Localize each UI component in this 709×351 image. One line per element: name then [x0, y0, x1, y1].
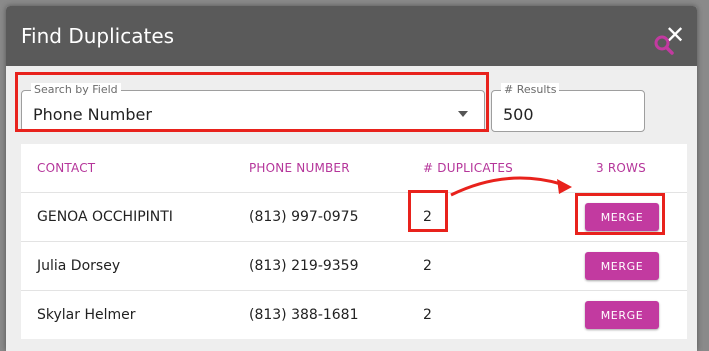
- search-icon[interactable]: [652, 33, 676, 57]
- merge-button[interactable]: MERGE: [585, 301, 659, 329]
- contact-name: Skylar Helmer: [37, 307, 136, 323]
- results-count-value: 500: [503, 105, 534, 124]
- results-count-label: # Results: [501, 83, 560, 97]
- table-row: Julia Dorsey (813) 219-9359 2 MERGE: [21, 242, 687, 291]
- dialog-header: Find Duplicates ✕: [6, 6, 697, 66]
- table-row: Skylar Helmer (813) 388-1681 2 MERGE: [21, 291, 687, 339]
- duplicates-count: 2: [423, 258, 432, 274]
- duplicates-table: CONTACT PHONE NUMBER # DUPLICATES 3 ROWS…: [21, 144, 687, 339]
- column-header-contact: CONTACT: [37, 161, 96, 175]
- dialog-title: Find Duplicates: [21, 24, 175, 48]
- phone-number: (813) 997-0975: [249, 209, 359, 225]
- column-header-rows: 3 ROWS: [596, 161, 646, 175]
- column-header-phone-number: PHONE NUMBER: [249, 161, 350, 175]
- highlight-merge-button: [575, 193, 665, 235]
- results-count-field[interactable]: # Results 500: [491, 83, 645, 132]
- find-duplicates-dialog: Find Duplicates ✕ Search by Field Phone …: [6, 6, 697, 351]
- highlight-duplicates-count: [408, 190, 448, 232]
- merge-button[interactable]: MERGE: [585, 252, 659, 280]
- duplicates-count: 2: [423, 307, 432, 323]
- column-header-duplicates: # DUPLICATES: [423, 161, 513, 175]
- table-header-row: CONTACT PHONE NUMBER # DUPLICATES 3 ROWS: [21, 144, 687, 193]
- highlight-search-field: [15, 72, 489, 132]
- phone-number: (813) 219-9359: [249, 258, 359, 274]
- phone-number: (813) 388-1681: [249, 307, 359, 323]
- contact-name: Julia Dorsey: [37, 258, 121, 274]
- contact-name: GENOA OCCHIPINTI: [37, 209, 173, 225]
